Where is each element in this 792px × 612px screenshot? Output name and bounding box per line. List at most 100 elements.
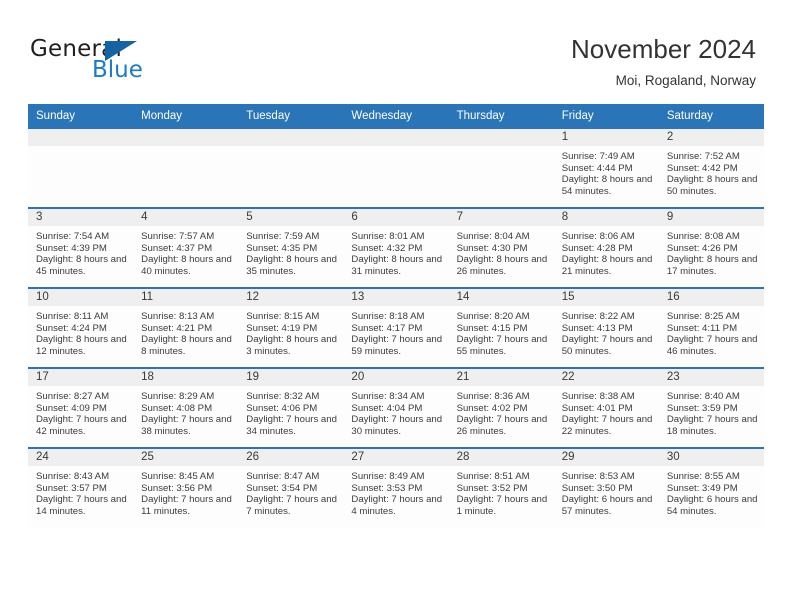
day-details: Sunrise: 8:08 AM Sunset: 4:26 PM Daylight:… <box>659 226 764 277</box>
day-details: Sunrise: 8:36 AM Sunset: 4:02 PM Daylight:… <box>449 386 554 437</box>
sunset-text: Sunset: 4:39 PM <box>36 242 107 254</box>
calendar-week-row: 24 Sunrise: 8:43 AM Sunset: 3:57 PM Dayligh… <box>28 447 764 527</box>
daylight-text: Daylight: 7 hours and 4 minutes. <box>351 494 443 517</box>
calendar-table: Sunday Monday Tuesday Wednesday Thursday… <box>28 104 764 527</box>
sunrise-text: Sunrise: 8:34 AM <box>351 391 425 402</box>
calendar-day-cell[interactable]: 28 Sunrise: 8:51 AM Sunset: 3:52 PM Dayligh… <box>448 447 554 527</box>
day-number: 23 <box>658 369 764 386</box>
daylight-text: Daylight: 8 hours and 31 minutes. <box>351 254 443 277</box>
calendar-day-cell[interactable]: 9 Sunrise: 8:08 AM Sunset: 4:26 PM Daylight… <box>658 207 764 288</box>
calendar-day-cell[interactable]: 14 Sunrise: 8:20 AM Sunset: 4:15 PM Dayligh… <box>448 287 554 368</box>
sunrise-text: Sunrise: 8:47 AM <box>246 471 320 482</box>
calendar-day-cell[interactable]: 5 Sunrise: 7:59 AM Sunset: 4:35 PM Daylight… <box>238 207 344 288</box>
day-details: Sunrise: 8:20 AM Sunset: 4:15 PM Daylight:… <box>449 306 554 357</box>
day-number <box>448 129 554 146</box>
day-number: 25 <box>133 449 239 466</box>
day-details: Sunrise: 8:29 AM Sunset: 4:08 PM Daylight:… <box>133 386 238 437</box>
sunrise-text: Sunrise: 8:43 AM <box>36 471 110 482</box>
calendar-day-cell[interactable]: 11 Sunrise: 8:13 AM Sunset: 4:21 PM Dayligh… <box>133 287 239 368</box>
daylight-text: Daylight: 7 hours and 50 minutes. <box>561 334 653 357</box>
sunset-text: Sunset: 4:35 PM <box>246 242 318 254</box>
sunset-text: Sunset: 4:24 PM <box>36 322 107 334</box>
day-details: Sunrise: 8:53 AM Sunset: 3:50 PM Daylight:… <box>554 466 659 517</box>
calendar-day-cell[interactable]: 12 Sunrise: 8:15 AM Sunset: 4:19 PM Dayligh… <box>238 287 344 368</box>
calendar-day-cell[interactable]: 19 Sunrise: 8:32 AM Sunset: 4:06 PM Dayligh… <box>238 367 344 448</box>
daylight-text: Daylight: 7 hours and 18 minutes. <box>666 414 758 437</box>
sunset-text: Sunset: 4:37 PM <box>141 242 213 254</box>
calendar-day-cell[interactable]: 2 Sunrise: 7:52 AM Sunset: 4:42 PM Daylight… <box>658 127 764 208</box>
sunset-text: Sunset: 4:01 PM <box>561 402 633 414</box>
calendar-day-cell[interactable]: 18 Sunrise: 8:29 AM Sunset: 4:08 PM Dayligh… <box>133 367 239 448</box>
calendar-cell-empty <box>28 127 134 208</box>
sunrise-text: Sunrise: 8:01 AM <box>351 231 425 242</box>
calendar-cell-empty <box>343 127 449 208</box>
calendar-day-cell[interactable]: 25 Sunrise: 8:45 AM Sunset: 3:56 PM Dayligh… <box>133 447 239 527</box>
sunset-text: Sunset: 4:30 PM <box>456 242 528 254</box>
calendar-week-row: 10 Sunrise: 8:11 AM Sunset: 4:24 PM Dayligh… <box>28 287 764 368</box>
sunrise-text: Sunrise: 7:59 AM <box>246 231 320 242</box>
day-number: 5 <box>238 209 344 226</box>
sunrise-text: Sunrise: 8:51 AM <box>456 471 530 482</box>
calendar-day-cell[interactable]: 3 Sunrise: 7:54 AM Sunset: 4:39 PM Daylight… <box>28 207 134 288</box>
sunset-text: Sunset: 3:49 PM <box>666 482 738 494</box>
day-number <box>133 129 239 146</box>
sunset-text: Sunset: 4:13 PM <box>561 322 633 334</box>
day-details: Sunrise: 8:49 AM Sunset: 3:53 PM Daylight:… <box>343 466 448 517</box>
sunset-text: Sunset: 4:28 PM <box>561 242 633 254</box>
sunrise-text: Sunrise: 8:29 AM <box>141 391 215 402</box>
calendar-cell-empty <box>238 127 344 208</box>
calendar-day-cell[interactable]: 13 Sunrise: 8:18 AM Sunset: 4:17 PM Dayligh… <box>343 287 449 368</box>
calendar-day-cell[interactable]: 16 Sunrise: 8:25 AM Sunset: 4:11 PM Dayligh… <box>658 287 764 368</box>
sunrise-text: Sunrise: 8:11 AM <box>36 311 109 322</box>
calendar-week-row: 1 Sunrise: 7:49 AM Sunset: 4:44 PM Daylight… <box>28 127 764 208</box>
calendar-cell-empty <box>448 127 554 208</box>
calendar-day-cell[interactable]: 23 Sunrise: 8:40 AM Sunset: 3:59 PM Dayligh… <box>658 367 764 448</box>
sunrise-text: Sunrise: 8:25 AM <box>666 311 740 322</box>
calendar-cell-empty <box>133 127 239 208</box>
sunset-text: Sunset: 4:06 PM <box>246 402 318 414</box>
calendar-day-cell[interactable]: 26 Sunrise: 8:47 AM Sunset: 3:54 PM Dayligh… <box>238 447 344 527</box>
calendar-day-cell[interactable]: 10 Sunrise: 8:11 AM Sunset: 4:24 PM Dayligh… <box>28 287 134 368</box>
calendar-day-cell[interactable]: 15 Sunrise: 8:22 AM Sunset: 4:13 PM Dayligh… <box>553 287 659 368</box>
sunrise-text: Sunrise: 8:20 AM <box>456 311 530 322</box>
day-number: 7 <box>448 209 554 226</box>
sunset-text: Sunset: 3:59 PM <box>666 402 738 414</box>
calendar-day-cell[interactable]: 8 Sunrise: 8:06 AM Sunset: 4:28 PM Daylight… <box>553 207 659 288</box>
daylight-text: Daylight: 8 hours and 17 minutes. <box>666 254 758 277</box>
daylight-text: Daylight: 8 hours and 35 minutes. <box>246 254 337 277</box>
day-number: 30 <box>658 449 764 466</box>
day-details: Sunrise: 8:06 AM Sunset: 4:28 PM Daylight:… <box>554 226 659 277</box>
sunrise-text: Sunrise: 8:36 AM <box>456 391 530 402</box>
sunrise-text: Sunrise: 7:54 AM <box>36 231 110 242</box>
calendar-day-cell[interactable]: 1 Sunrise: 7:49 AM Sunset: 4:44 PM Daylight… <box>553 127 659 208</box>
day-number: 9 <box>658 209 764 226</box>
calendar-day-cell[interactable]: 24 Sunrise: 8:43 AM Sunset: 3:57 PM Dayligh… <box>28 447 134 527</box>
daylight-text: Daylight: 7 hours and 1 minute. <box>456 494 548 517</box>
daylight-text: Daylight: 7 hours and 14 minutes. <box>36 494 127 517</box>
calendar-day-cell[interactable]: 22 Sunrise: 8:38 AM Sunset: 4:01 PM Dayligh… <box>553 367 659 448</box>
sunrise-text: Sunrise: 8:15 AM <box>246 311 320 322</box>
calendar-day-cell[interactable]: 27 Sunrise: 8:49 AM Sunset: 3:53 PM Dayligh… <box>343 447 449 527</box>
calendar-day-cell[interactable]: 20 Sunrise: 8:34 AM Sunset: 4:04 PM Dayligh… <box>343 367 449 448</box>
calendar-day-cell[interactable]: 21 Sunrise: 8:36 AM Sunset: 4:02 PM Dayligh… <box>448 367 554 448</box>
day-number <box>238 129 344 146</box>
daylight-text: Daylight: 6 hours and 57 minutes. <box>561 494 653 517</box>
calendar-day-cell[interactable]: 17 Sunrise: 8:27 AM Sunset: 4:09 PM Dayligh… <box>28 367 134 448</box>
daylight-text: Daylight: 7 hours and 26 minutes. <box>456 414 548 437</box>
calendar-day-cell[interactable]: 7 Sunrise: 8:04 AM Sunset: 4:30 PM Daylight… <box>448 207 554 288</box>
weekday-header-wednesday: Wednesday <box>343 104 449 128</box>
day-details: Sunrise: 8:32 AM Sunset: 4:06 PM Daylight:… <box>238 386 343 437</box>
day-details: Sunrise: 7:49 AM Sunset: 4:44 PM Daylight:… <box>554 146 659 197</box>
day-details: Sunrise: 7:59 AM Sunset: 4:35 PM Daylight:… <box>238 226 343 277</box>
calendar-day-cell[interactable]: 4 Sunrise: 7:57 AM Sunset: 4:37 PM Daylight… <box>133 207 239 288</box>
calendar-day-cell[interactable]: 30 Sunrise: 8:55 AM Sunset: 3:49 PM Dayligh… <box>658 447 764 527</box>
sunrise-text: Sunrise: 8:40 AM <box>666 391 740 402</box>
weekday-header-sunday: Sunday <box>28 104 134 128</box>
calendar-body: 1 Sunrise: 7:49 AM Sunset: 4:44 PM Daylight… <box>28 127 764 527</box>
sunset-text: Sunset: 4:15 PM <box>456 322 528 334</box>
calendar-day-cell[interactable]: 6 Sunrise: 8:01 AM Sunset: 4:32 PM Daylight… <box>343 207 449 288</box>
sunset-text: Sunset: 3:52 PM <box>456 482 528 494</box>
day-number: 18 <box>133 369 239 386</box>
calendar-day-cell[interactable]: 29 Sunrise: 8:53 AM Sunset: 3:50 PM Dayligh… <box>553 447 659 527</box>
daylight-text: Daylight: 7 hours and 22 minutes. <box>561 414 653 437</box>
